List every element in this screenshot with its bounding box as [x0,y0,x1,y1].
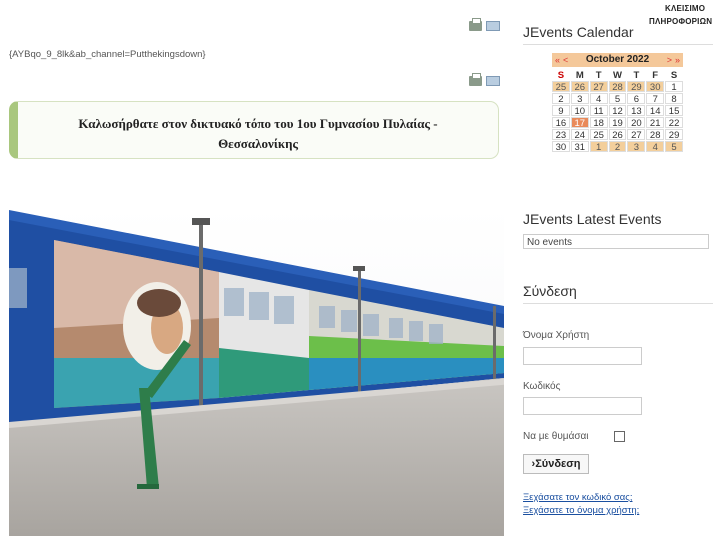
next-month-link[interactable]: > [667,53,672,67]
password-label: Κωδικός [523,381,561,392]
calendar-day[interactable]: 4 [646,141,665,153]
login-button[interactable]: ›Σύνδεση [523,454,589,474]
calendar-day-name: W [608,69,627,81]
calendar-day[interactable]: 26 [608,129,627,141]
calendar-day-today[interactable]: 17 [570,117,589,129]
calendar-day-name: T [589,69,608,81]
remember-me-checkbox[interactable] [614,431,625,442]
username-input[interactable] [523,347,642,365]
calendar-day[interactable]: 7 [646,93,665,105]
calendar-day-name: F [646,69,665,81]
calendar-day[interactable]: 31 [570,141,589,153]
calendar-day-name: M [570,69,589,81]
forgot-username-link[interactable]: Ξεχάσατε το όνομα χρήστη; [523,505,639,516]
calendar-day[interactable]: 5 [665,141,683,153]
calendar-day[interactable]: 25 [552,81,570,93]
logo-text-2: ΠΛΗΡΟΦΟΡΙΩΝ [649,17,713,26]
calendar-day[interactable]: 2 [552,93,570,105]
calendar-day-name: S [665,69,683,81]
calendar-day[interactable]: 2 [608,141,627,153]
calendar-day[interactable]: 15 [665,105,683,117]
logo-text-1: ΚΛΕΙΣΙΜΟ [665,4,706,13]
calendar-header: « < October 2022 > » [552,53,683,67]
calendar-day[interactable]: 12 [608,105,627,117]
welcome-line-2: Θεσσαλονίκης [218,136,298,151]
calendar-day[interactable]: 13 [627,105,646,117]
calendar-day-name: T [627,69,646,81]
email-icon[interactable] [486,76,500,86]
welcome-banner: Καλωσήρθατε στον δικτυακό τόπο του 1ου Γ… [9,101,499,159]
calendar-day[interactable]: 1 [589,141,608,153]
welcome-line-1: Καλωσήρθατε στον δικτυακό τόπο του 1ου Γ… [78,116,438,131]
password-input[interactable] [523,397,642,415]
calendar-day[interactable]: 20 [627,117,646,129]
calendar-day[interactable]: 19 [608,117,627,129]
calendar-day[interactable]: 4 [589,93,608,105]
calendar-day[interactable]: 26 [570,81,589,93]
calendar-day[interactable]: 30 [552,141,570,153]
calendar-day[interactable]: 22 [665,117,683,129]
calendar-day[interactable]: 27 [589,81,608,93]
calendar-day[interactable]: 9 [552,105,570,117]
calendar-day[interactable]: 24 [570,129,589,141]
email-icon[interactable] [486,21,500,31]
calendar-day[interactable]: 28 [608,81,627,93]
calendar-day[interactable]: 30 [646,81,665,93]
latest-events-title: JEvents Latest Events [523,211,662,227]
calendar-day[interactable]: 1 [665,81,683,93]
calendar-day[interactable]: 16 [552,117,570,129]
calendar-day[interactable]: 18 [589,117,608,129]
calendar-day[interactable]: 14 [646,105,665,117]
calendar-day[interactable]: 6 [627,93,646,105]
calendar-day[interactable]: 28 [646,129,665,141]
calendar-day[interactable]: 11 [589,105,608,117]
calendar-day[interactable]: 25 [589,129,608,141]
calendar-day-name: S [552,69,570,81]
calendar-grid: S M T W T F S 25 26 27 28 29 30 1 2 3 4 5 6 7 8 9 10 11 12 13 14 15… [552,69,683,153]
next-year-link[interactable]: » [675,53,680,67]
calendar-day[interactable]: 29 [627,81,646,93]
calendar-day[interactable]: 23 [552,129,570,141]
calendar-day[interactable]: 29 [665,129,683,141]
school-photo [9,208,504,536]
calendar-month-label: October 2022 [585,54,650,65]
calendar-day[interactable]: 3 [570,93,589,105]
calendar-day[interactable]: 21 [646,117,665,129]
calendar-day[interactable]: 5 [608,93,627,105]
embed-code-text: {AYBqo_9_8lk&ab_channel=Putthekingsdown} [9,49,206,60]
calendar-day[interactable]: 8 [665,93,683,105]
print-icon[interactable] [469,18,482,31]
username-label: Όνομα Χρήστη [523,330,590,341]
calendar-title: JEvents Calendar [523,24,634,40]
remember-me-label: Να με θυμάσαι [523,431,589,442]
calendar-day[interactable]: 10 [570,105,589,117]
forgot-password-link[interactable]: Ξεχάσατε τον κωδικό σας; [523,492,633,503]
print-icon[interactable] [469,73,482,86]
calendar-day[interactable]: 3 [627,141,646,153]
no-events-box: No events [523,234,709,249]
calendar-day[interactable]: 27 [627,129,646,141]
divider [523,44,713,45]
divider [523,303,713,304]
login-title: Σύνδεση [523,283,577,299]
